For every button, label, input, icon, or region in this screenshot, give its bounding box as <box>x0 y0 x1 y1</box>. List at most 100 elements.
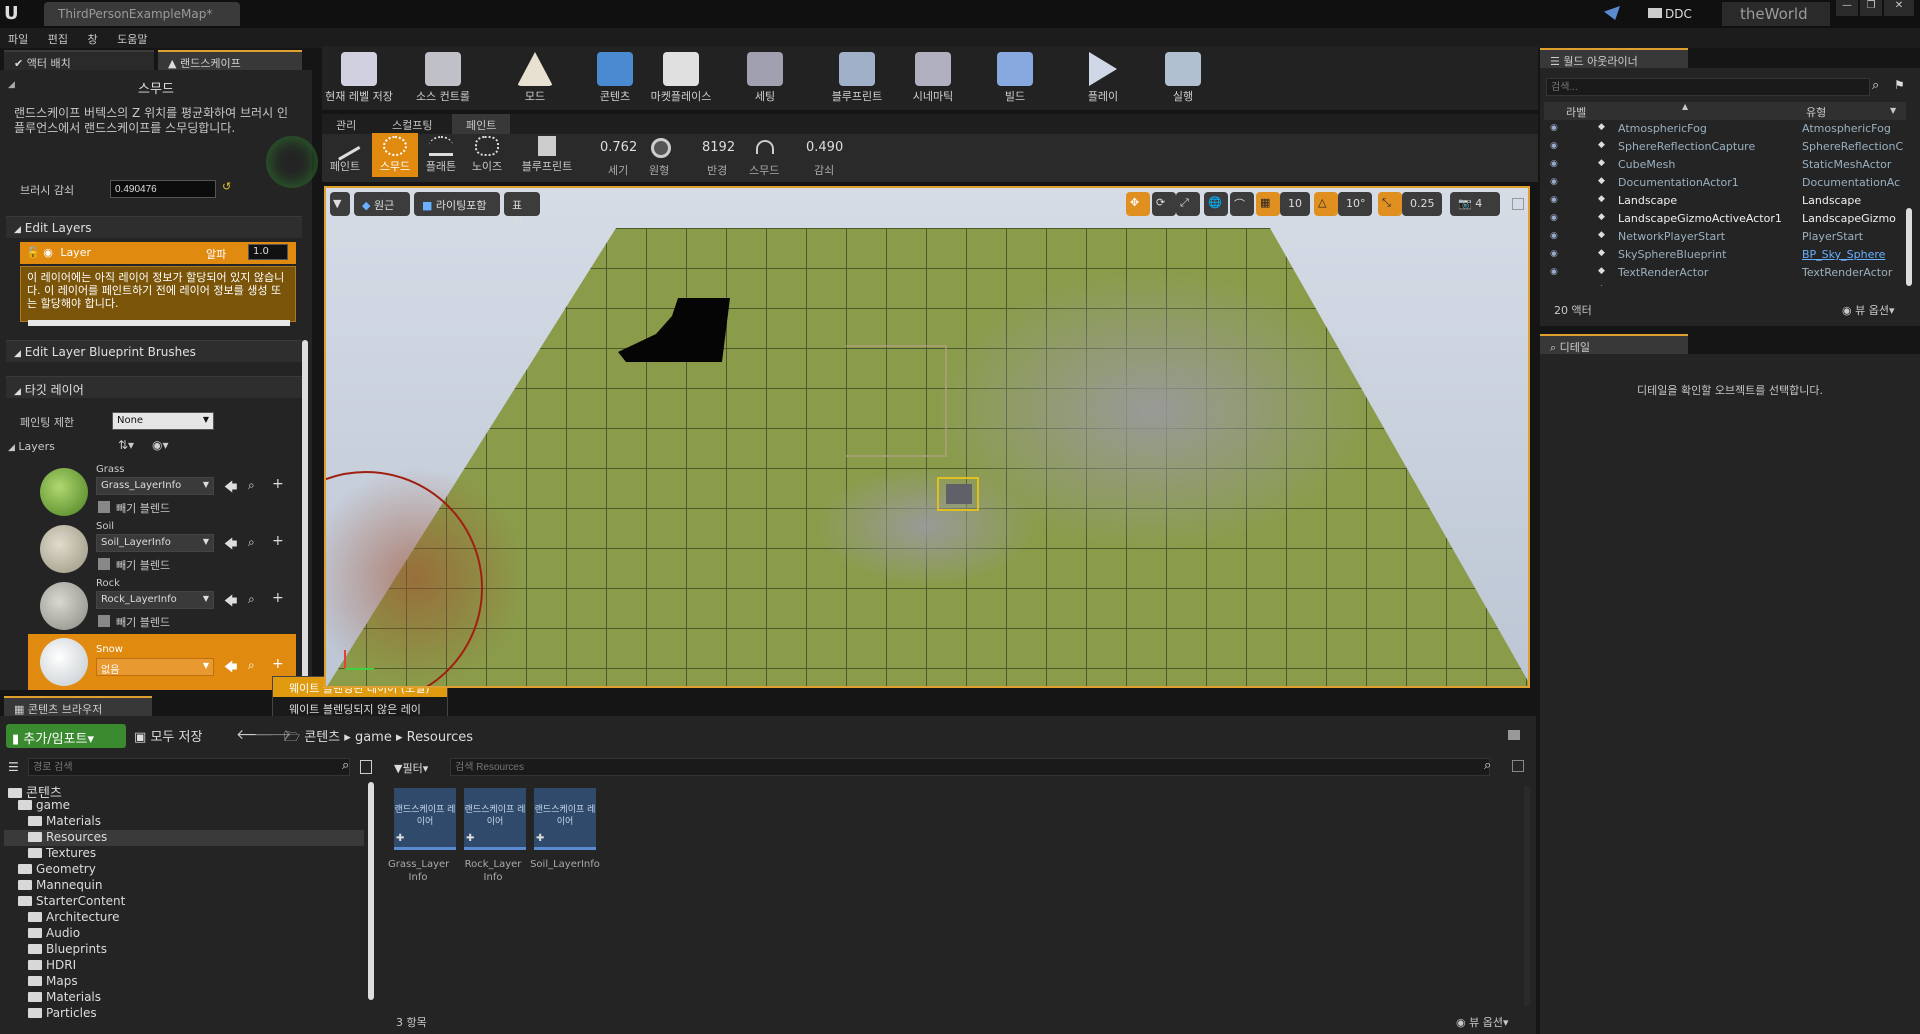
close-button[interactable]: ✕ <box>1884 0 1914 16</box>
layer-row-selected[interactable]: 🔓 ◉ Layer 알파 1.0 <box>20 242 296 264</box>
visibility-eye-icon[interactable]: ◉ <box>1550 123 1562 133</box>
visibility-eye-icon[interactable]: ◉ <box>1550 177 1562 187</box>
visibility-eye-icon[interactable]: ◉ <box>1550 285 1562 286</box>
edit-layers-header[interactable]: ◢ Edit Layers <box>6 216 302 238</box>
outliner-row[interactable]: ◉ ◆ Landscape Landscape <box>1544 192 1904 210</box>
viewport[interactable] <box>324 186 1530 688</box>
tool-blueprint[interactable]: 블루프린트 <box>516 133 578 177</box>
toolbar-build-button[interactable]: 빌드 <box>980 50 1050 106</box>
brush-falloff-value[interactable]: 0.490 <box>806 140 843 155</box>
add-import-button[interactable]: ▮ 추가/임포트▾ <box>6 724 126 748</box>
toolbar-play-button[interactable]: 플레이 <box>1068 50 1138 106</box>
toolbar-settings-button[interactable]: 세팅 <box>730 50 800 106</box>
rotation-snap-value[interactable]: 10° <box>1338 192 1372 216</box>
minimize-button[interactable]: — <box>1836 0 1858 16</box>
tab-manage[interactable]: 관리 <box>336 117 356 133</box>
perspective-button[interactable]: ◆ 원근 <box>354 192 410 216</box>
menu-file[interactable]: 파일 <box>0 28 36 50</box>
level-tab[interactable]: ThirdPersonExampleMap* <box>44 2 240 26</box>
folder-tree-item[interactable]: Blueprints <box>4 942 364 958</box>
content-view-options[interactable]: ◉ 뷰 옵션▾ <box>1456 1014 1509 1030</box>
folder-tree-item[interactable]: 콘텐츠 <box>4 782 364 801</box>
path-search-input[interactable] <box>28 758 350 776</box>
use-selected-arrow-icon[interactable]: 🡄 <box>224 658 238 675</box>
folder-tree-item[interactable]: HDRI <box>4 958 364 974</box>
tab-sculpt[interactable]: 스컬프팅 <box>392 117 432 133</box>
camera-speed-button[interactable]: 📷 4 <box>1450 192 1500 216</box>
target-layer-rock[interactable]: Rock Rock_LayerInfo ▼ 🡄 ⌕ + 빼기 블렌드 <box>28 578 296 634</box>
lock-icon[interactable]: 🔓 <box>26 246 40 259</box>
folder-tree-item[interactable]: Audio <box>4 926 364 942</box>
viewport-options-button[interactable]: ▼ <box>330 192 350 216</box>
outliner-row[interactable]: ◉ ◆ CubeMesh StaticMeshActor <box>1544 156 1904 174</box>
breadcrumb-content[interactable]: 콘텐츠 <box>304 730 340 745</box>
outliner-row[interactable]: ◉ ◆ SphereReflectionCapture SphereReflectio… <box>1544 138 1904 156</box>
outliner-row[interactable]: ◉ ◆ NetworkPlayerStart PlayerStart <box>1544 228 1904 246</box>
folder-tree-item[interactable]: StarterContent <box>4 894 364 910</box>
scale-snap-value[interactable]: 0.25 <box>1402 192 1442 216</box>
sort-icon[interactable]: ⇅▾ <box>118 438 134 452</box>
add-icon[interactable]: + <box>272 533 286 549</box>
asset-scrollbar[interactable] <box>1524 786 1530 1006</box>
toolbar-source-control-button[interactable]: 소스 컨트롤 <box>408 50 478 106</box>
subtract-blend-checkbox[interactable] <box>98 501 110 513</box>
visibility-eye-icon[interactable]: ◉ <box>1550 141 1562 151</box>
outliner-search-input[interactable] <box>1546 78 1870 96</box>
reset-arrow-icon[interactable]: ↺ <box>222 180 231 193</box>
asset-tile[interactable]: 랜드스케이프 레이어 ✚ <box>534 788 596 850</box>
maximize-viewport-icon[interactable] <box>1512 198 1524 210</box>
menu-edit[interactable]: 편집 <box>40 28 76 50</box>
alpha-input[interactable]: 1.0 <box>248 244 288 260</box>
folder-tree-item[interactable]: Particles <box>4 1006 364 1022</box>
target-layer-soil[interactable]: Soil Soil_LayerInfo ▼ 🡄 ⌕ + 빼기 블렌드 <box>28 521 296 577</box>
toolbar-content-button[interactable]: 콘텐츠 <box>580 50 650 106</box>
circle-brush-icon[interactable] <box>651 138 671 158</box>
target-layer-grass[interactable]: Grass Grass_LayerInfo ▼ 🡄 ⌕ + 빼기 블렌드 <box>28 464 296 520</box>
smooth-falloff-icon[interactable] <box>756 140 774 154</box>
save-search-icon[interactable] <box>1512 760 1524 772</box>
collection-view-icon[interactable] <box>360 760 372 774</box>
tool-flatten[interactable]: 플래튼 <box>418 133 464 177</box>
layer-info-dropdown[interactable]: Soil_LayerInfo ▼ <box>96 534 214 552</box>
subtract-blend-checkbox[interactable] <box>98 615 110 627</box>
ddc-indicator[interactable]: DDC <box>1648 4 1708 24</box>
folder-tree-item[interactable]: Maps <box>4 974 364 990</box>
grid-snap-value[interactable]: 10 <box>1280 192 1310 216</box>
add-icon[interactable]: + <box>272 656 286 672</box>
collapse-arrow-icon[interactable]: ◢ <box>8 80 15 90</box>
tab-place-actors[interactable]: ✔ 액터 배치 <box>4 50 154 70</box>
toolbar-save-button[interactable]: 현재 레벨 저장 <box>324 50 394 106</box>
visibility-eye-icon[interactable]: ◉ <box>1550 249 1562 259</box>
tab-world-outliner[interactable]: ☰ 월드 아웃라이너 <box>1540 48 1688 68</box>
folder-tree-item[interactable]: game <box>4 798 364 814</box>
visibility-eye-icon[interactable]: ◉ <box>1550 159 1562 169</box>
asset-tile[interactable]: 랜드스케이프 레이어 ✚ <box>464 788 526 850</box>
scrollbar[interactable] <box>302 340 308 684</box>
rotation-snap-toggle[interactable]: △ <box>1314 192 1338 216</box>
visibility-eye-icon[interactable]: ◉ <box>1550 231 1562 241</box>
toolbar-launch-button[interactable]: 실행 <box>1148 50 1218 106</box>
toolbar-blueprint-button[interactable]: 블루프린트 <box>822 50 892 106</box>
brush-falloff-input[interactable] <box>110 180 216 198</box>
folder-tree-item[interactable]: Geometry <box>4 862 364 878</box>
outliner-row[interactable]: ◉◆ThirdPersonCharacterThirdPersonCha <box>1544 282 1904 286</box>
translate-tool-button[interactable]: ✥ <box>1126 192 1150 216</box>
use-selected-arrow-icon[interactable]: 🡄 <box>224 592 238 609</box>
use-selected-arrow-icon[interactable]: 🡄 <box>224 478 238 495</box>
maximize-button[interactable]: ❐ <box>1860 0 1882 16</box>
layer-info-dropdown[interactable]: Grass_LayerInfo ▼ <box>96 477 214 495</box>
folder-tree-item[interactable]: Textures <box>4 846 364 862</box>
browse-search-icon[interactable]: ⌕ <box>248 658 262 672</box>
layer-info-dropdown[interactable]: Rock_LayerInfo ▼ <box>96 591 214 609</box>
outliner-row[interactable]: ◉ ◆ TextRenderActor TextRenderActor <box>1544 264 1904 282</box>
browse-search-icon[interactable]: ⌕ <box>248 535 262 549</box>
folder-tree-item[interactable]: Materials <box>4 814 364 830</box>
edit-layer-blueprint-header[interactable]: ◢ Edit Layer Blueprint Brushes <box>6 340 302 362</box>
add-icon[interactable]: + <box>272 476 286 492</box>
scale-snap-toggle[interactable]: ⤡ <box>1378 192 1402 216</box>
sources-toggle-icon[interactable]: ☰ <box>8 760 19 774</box>
show-button[interactable]: 표시 <box>504 192 540 228</box>
visibility-filter-icon[interactable]: ◉▾ <box>152 438 169 452</box>
toolbar-marketplace-button[interactable]: 마켓플레이스 <box>646 50 716 106</box>
outliner-row[interactable]: ◉ ◆ DocumentationActor1 DocumentationAc <box>1544 174 1904 192</box>
